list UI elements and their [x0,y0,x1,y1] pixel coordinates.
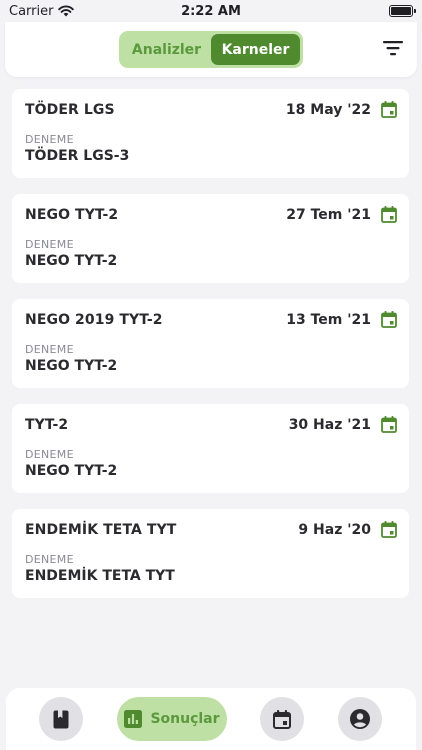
report-card[interactable]: NEGO 2019 TYT-2 13 Tem '21 DENEME NEGO T… [12,299,409,388]
card-date: 27 Tem '21 [286,207,371,223]
battery-icon [389,5,416,17]
card-sub-label: DENEME [25,448,74,461]
card-sub-label: DENEME [25,238,74,251]
nav-account-button[interactable] [338,697,382,741]
card-value: NEGO TYT-2 [25,358,118,374]
wifi-icon [58,5,75,17]
report-card[interactable]: ENDEMİK TETA TYT 9 Haz '20 DENEME ENDEMİ… [12,509,409,598]
segmented-control: Analizler Karneler [119,31,303,68]
calendar-icon [381,101,397,118]
calendar-icon [381,521,397,538]
card-date: 13 Tem '21 [286,312,371,328]
status-bar: Carrier 2:22 AM [0,0,422,22]
calendar-icon [381,311,397,328]
tab-karneler[interactable]: Karneler [211,34,300,65]
tab-analizler[interactable]: Analizler [122,34,211,65]
account-icon [350,709,370,729]
filter-icon[interactable] [383,40,403,56]
card-date: 30 Haz '21 [288,417,371,433]
calendar-icon [381,206,397,223]
card-sub-label: DENEME [25,553,74,566]
card-date: 18 May '22 [285,102,371,118]
card-sub-label: DENEME [25,133,74,146]
card-value: NEGO TYT-2 [25,463,118,479]
status-left: Carrier [9,3,75,19]
card-value: ENDEMİK TETA TYT [25,568,175,584]
calendar-icon [273,709,291,729]
bar-chart-icon [124,710,143,728]
card-value: TÖDER LGS-3 [25,148,130,164]
nav-results-label: Sonuçlar [150,711,220,727]
report-card[interactable]: TYT-2 30 Haz '21 DENEME NEGO TYT-2 [12,404,409,493]
report-card[interactable]: TÖDER LGS 18 May '22 DENEME TÖDER LGS-3 [12,89,409,178]
report-card[interactable]: NEGO TYT-2 27 Tem '21 DENEME NEGO TYT-2 [12,194,409,283]
card-sub-label: DENEME [25,343,74,356]
nav-book-button[interactable] [39,697,83,741]
book-icon [53,710,69,728]
nav-results-button[interactable]: Sonuçlar [117,697,227,741]
nav-calendar-button[interactable] [260,697,304,741]
report-list: TÖDER LGS 18 May '22 DENEME TÖDER LGS-3 … [12,89,409,614]
header: Analizler Karneler [5,22,417,77]
bottom-nav: Sonuçlar [6,688,416,750]
calendar-icon [381,416,397,433]
card-value: NEGO TYT-2 [25,253,118,269]
card-date: 9 Haz '20 [298,522,371,538]
carrier-label: Carrier [9,3,54,19]
